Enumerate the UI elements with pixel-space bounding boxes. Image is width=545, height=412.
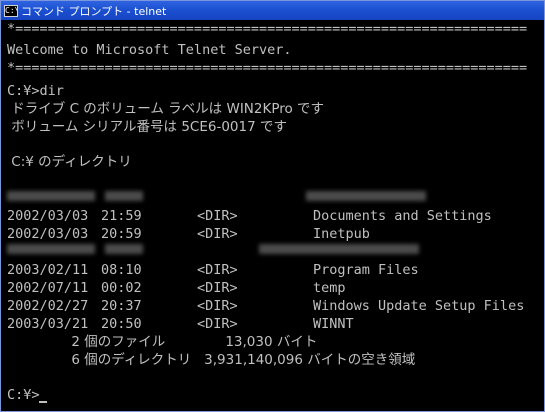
file-count-summary: 2 個のファイル 13,030 バイト xyxy=(7,334,318,350)
telnet-console-window: C:\ コマンド プロンプト - telnet *===============… xyxy=(0,0,545,412)
serial-number-line: ボリューム シリアル番号は 5CE6-0017 です xyxy=(7,119,287,135)
directory-of-line: C:¥ のディレクトリ xyxy=(7,154,132,170)
entry-time: 20:50 xyxy=(101,316,142,332)
entry-time: 00:02 xyxy=(101,280,142,296)
directory-count-summary: 6 個のディレクトリ 3,931,140,096 バイトの空き領域 xyxy=(7,352,416,368)
dir-entry-row: 2002/02/27 20:37 <DIR> Windows Update Setup… xyxy=(1,297,541,315)
volume-label-line: ドライブ C のボリューム ラベルは WIN2KPro です xyxy=(7,101,325,117)
console-output[interactable]: *=======================================… xyxy=(1,20,544,411)
entry-date: 2003/02/11 xyxy=(7,262,89,278)
entry-name: temp xyxy=(313,280,346,296)
entry-date: 2003/03/21 xyxy=(7,316,89,332)
redacted-entry-name xyxy=(306,191,426,201)
window-title: コマンド プロンプト - telnet xyxy=(21,4,167,18)
title-bar[interactable]: C:\ コマンド プロンプト - telnet xyxy=(1,1,544,20)
entry-name: Program Files xyxy=(313,262,419,278)
command-prompt-icon[interactable]: C:\ xyxy=(4,4,18,17)
welcome-message: Welcome to Microsoft Telnet Server. xyxy=(7,42,292,58)
redacted-entry-name xyxy=(259,244,419,254)
entry-type: <DIR> xyxy=(197,280,238,296)
console-border-top: *=======================================… xyxy=(7,21,528,37)
entry-type: <DIR> xyxy=(197,262,238,278)
entry-date: 2002/03/03 xyxy=(7,208,89,224)
entry-time: 21:59 xyxy=(101,208,142,224)
dir-entry-row: 2002/03/03 20:59 <DIR> Inetpub xyxy=(1,225,541,243)
entry-type: <DIR> xyxy=(197,298,238,314)
entry-time: 20:59 xyxy=(101,226,142,242)
entry-time: 20:37 xyxy=(101,298,142,314)
redacted-entry-date xyxy=(7,191,95,201)
entry-name: Windows Update Setup Files xyxy=(313,298,525,314)
dir-entry-row: 2003/03/21 20:50 <DIR> WINNT xyxy=(1,315,541,333)
entry-name: Inetpub xyxy=(313,226,370,242)
dir-command: C:¥>dir xyxy=(7,83,64,99)
dir-entry-row: 2003/02/11 08:10 <DIR> Program Files xyxy=(1,261,541,279)
console-border-bottom: *=======================================… xyxy=(7,60,528,76)
command-prompt[interactable]: C:¥> xyxy=(7,386,40,404)
entry-date: 2002/03/03 xyxy=(7,226,89,242)
redacted-entry-time xyxy=(105,191,143,201)
dir-entry-row: 2002/03/03 21:59 <DIR> Documents and Settin… xyxy=(1,207,541,225)
entry-date: 2002/02/27 xyxy=(7,298,89,314)
entry-type: <DIR> xyxy=(197,208,238,224)
redacted-entry-time xyxy=(105,244,143,254)
entry-type: <DIR> xyxy=(197,226,238,242)
entry-time: 08:10 xyxy=(101,262,142,278)
dir-entry-row: 2002/07/11 00:02 <DIR> temp xyxy=(1,279,541,297)
redacted-entry-date xyxy=(7,244,95,254)
entry-name: Documents and Settings xyxy=(313,208,492,224)
entry-name: WINNT xyxy=(313,316,354,332)
text-cursor xyxy=(39,401,47,403)
entry-type: <DIR> xyxy=(197,316,238,332)
entry-date: 2002/07/11 xyxy=(7,280,89,296)
